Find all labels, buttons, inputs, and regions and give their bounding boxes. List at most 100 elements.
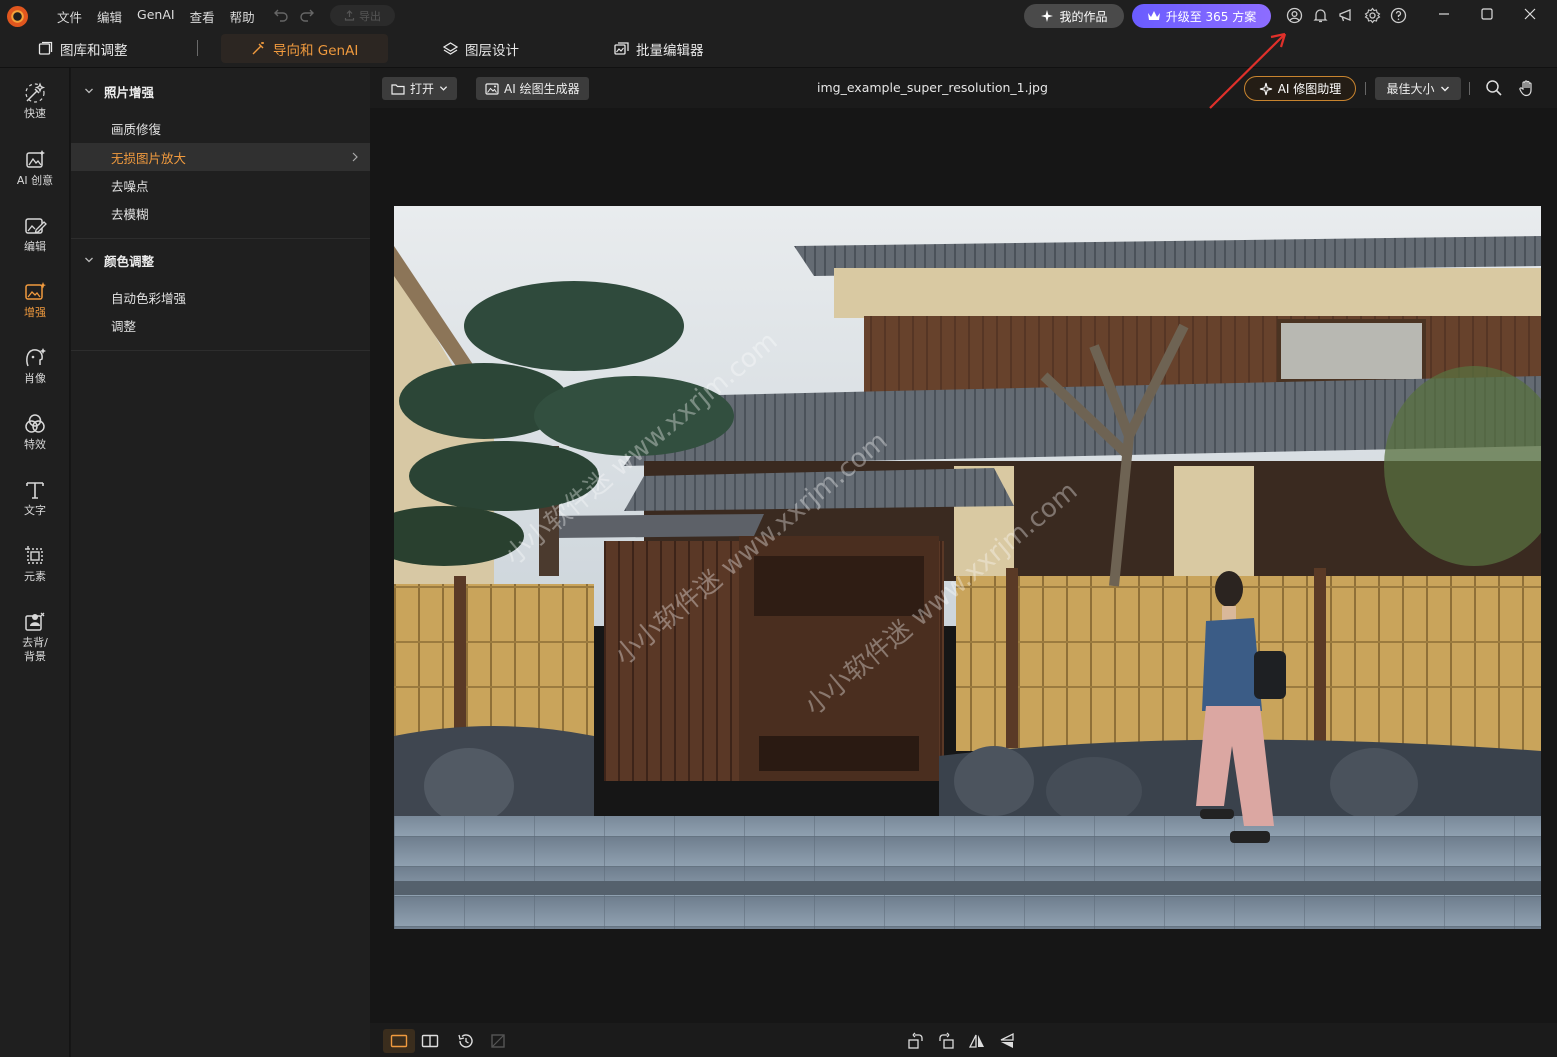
rail-enhance-label: 增强: [24, 306, 46, 319]
history-icon[interactable]: [457, 1032, 475, 1050]
crown-icon: [1147, 11, 1160, 20]
group-photo-enhance[interactable]: 照片增强: [71, 76, 370, 106]
item-label: 无损图片放大: [111, 150, 187, 166]
tool-rail: 快速 AI 创意 编辑 增强 肖像 特效 文字 元素 去背/ 背景: [0, 68, 70, 1057]
chevron-down-icon: [85, 257, 93, 263]
close-icon[interactable]: [1522, 6, 1538, 22]
ai-assistant-button[interactable]: AI 修图助理: [1244, 76, 1356, 101]
export-button[interactable]: 导出: [330, 5, 395, 26]
zoom-label: 最佳大小: [1386, 82, 1435, 96]
rail-ai-creative[interactable]: AI 创意: [0, 148, 70, 188]
open-label: 打开: [410, 82, 435, 96]
compare-view-icon[interactable]: [421, 1032, 439, 1050]
enhance-panel: 照片增强 画质修復 无损图片放大 去噪点 去模糊 颜色调整 自动色彩增强 调整: [71, 68, 370, 1057]
rail-text-label: 文字: [24, 504, 46, 517]
app-logo-icon: [7, 6, 28, 27]
item-adjust[interactable]: 调整: [71, 311, 370, 339]
account-icon[interactable]: [1286, 7, 1303, 24]
rail-edit-label: 编辑: [24, 240, 46, 253]
rail-enhance[interactable]: 增强: [0, 280, 70, 320]
export-label: 导出: [359, 9, 381, 23]
elements-icon: [25, 546, 43, 564]
mode-divider: [197, 40, 198, 56]
toolbar-divider: [1469, 82, 1470, 95]
tab-layers[interactable]: 图层设计: [443, 34, 519, 63]
single-view-button[interactable]: [383, 1029, 415, 1053]
ai-image-generator-label: AI 绘图生成器: [504, 82, 580, 96]
sparkle-icon: [1259, 82, 1272, 95]
magic-wand-icon: [252, 42, 264, 55]
gear-icon[interactable]: [1364, 7, 1381, 24]
library-icon: [38, 41, 53, 55]
rail-background[interactable]: 去背/ 背景: [0, 610, 70, 664]
upgrade-button[interactable]: 升级至 365 方案: [1132, 4, 1271, 28]
rail-elements[interactable]: 元素: [0, 544, 70, 584]
menu-view[interactable]: 查看: [190, 7, 215, 26]
canvas-image[interactable]: 小小软件迷 www.xxrjm.com 小小软件迷 www.xxrjm.com …: [394, 206, 1541, 929]
rotate-left-icon[interactable]: [907, 1032, 925, 1050]
rotate-right-icon[interactable]: [937, 1032, 955, 1050]
announcement-icon[interactable]: [1338, 7, 1355, 24]
enhance-icon: [25, 282, 46, 300]
open-button[interactable]: 打开: [382, 77, 458, 100]
item-quality-restore[interactable]: 画质修復: [71, 114, 370, 142]
maximize-icon[interactable]: [1479, 6, 1495, 22]
item-label: 调整: [111, 318, 137, 334]
edit-photo-icon: [25, 218, 47, 234]
crop-icon[interactable]: [489, 1032, 507, 1050]
layers-icon: [443, 42, 458, 55]
rail-ai-creative-label: AI 创意: [16, 174, 54, 187]
rail-edit[interactable]: 编辑: [0, 214, 70, 254]
upgrade-label: 升级至 365 方案: [1165, 9, 1257, 24]
ai-creative-icon: [26, 150, 45, 168]
group-divider: [71, 238, 370, 239]
quick-wand-icon: [25, 82, 46, 103]
help-icon[interactable]: [1390, 7, 1407, 24]
bell-icon[interactable]: [1312, 7, 1329, 24]
photo-illustration: 小小软件迷 www.xxrjm.com 小小软件迷 www.xxrjm.com …: [394, 206, 1541, 929]
item-label: 自动色彩增强: [111, 290, 187, 306]
work-area: 打开 AI 绘图生成器 img_example_super_resolution…: [370, 68, 1557, 1057]
menu-edit[interactable]: 编辑: [97, 7, 122, 26]
menu-genai[interactable]: GenAI: [137, 7, 175, 26]
item-denoise[interactable]: 去噪点: [71, 171, 370, 199]
flip-vertical-icon[interactable]: [998, 1032, 1016, 1050]
effects-icon: [25, 414, 45, 433]
chevron-down-icon: [85, 88, 93, 94]
group-color-adjust[interactable]: 颜色调整: [71, 245, 370, 275]
mode-tabs: 图库和调整 导向和 GenAI 图层设计 批量编辑器: [0, 32, 1557, 68]
item-deblur[interactable]: 去模糊: [71, 199, 370, 227]
redo-icon[interactable]: [298, 5, 316, 23]
rail-effects[interactable]: 特效: [0, 412, 70, 452]
group-photo-enhance-title: 照片增强: [104, 84, 155, 100]
toolbar-divider: [1365, 82, 1366, 95]
item-lossless-upscale[interactable]: 无损图片放大: [71, 143, 370, 171]
tab-library[interactable]: 图库和调整: [38, 34, 128, 63]
search-icon[interactable]: [1485, 79, 1503, 97]
canvas-toolbar: 打开 AI 绘图生成器 img_example_super_resolution…: [370, 68, 1557, 108]
tab-guided-genai-label: 导向和 GenAI: [273, 42, 359, 59]
zoom-select[interactable]: 最佳大小: [1375, 77, 1461, 100]
ai-image-generator-button[interactable]: AI 绘图生成器: [476, 77, 589, 100]
hand-pan-icon[interactable]: [1518, 79, 1536, 97]
tab-batch-label: 批量编辑器: [636, 42, 704, 59]
my-works-button[interactable]: 我的作品: [1024, 4, 1124, 28]
export-icon: [344, 10, 355, 21]
file-name: img_example_super_resolution_1.jpg: [817, 80, 1048, 95]
rail-elements-label: 元素: [24, 570, 46, 583]
chevron-down-icon: [439, 86, 448, 91]
group-color-adjust-title: 颜色调整: [104, 253, 155, 269]
undo-icon[interactable]: [272, 5, 290, 23]
single-view-icon: [390, 1034, 408, 1048]
tab-batch[interactable]: 批量编辑器: [614, 34, 704, 63]
rail-text[interactable]: 文字: [0, 478, 70, 518]
rail-portrait[interactable]: 肖像: [0, 346, 70, 386]
flip-horizontal-icon[interactable]: [968, 1032, 986, 1050]
menu-help[interactable]: 帮助: [230, 7, 255, 26]
tab-guided-genai[interactable]: 导向和 GenAI: [221, 34, 389, 63]
menu-file[interactable]: 文件: [57, 7, 82, 26]
text-icon: [26, 482, 44, 499]
item-auto-color[interactable]: 自动色彩增强: [71, 283, 370, 311]
rail-quick[interactable]: 快速: [0, 81, 70, 121]
minimize-icon[interactable]: [1436, 6, 1452, 22]
